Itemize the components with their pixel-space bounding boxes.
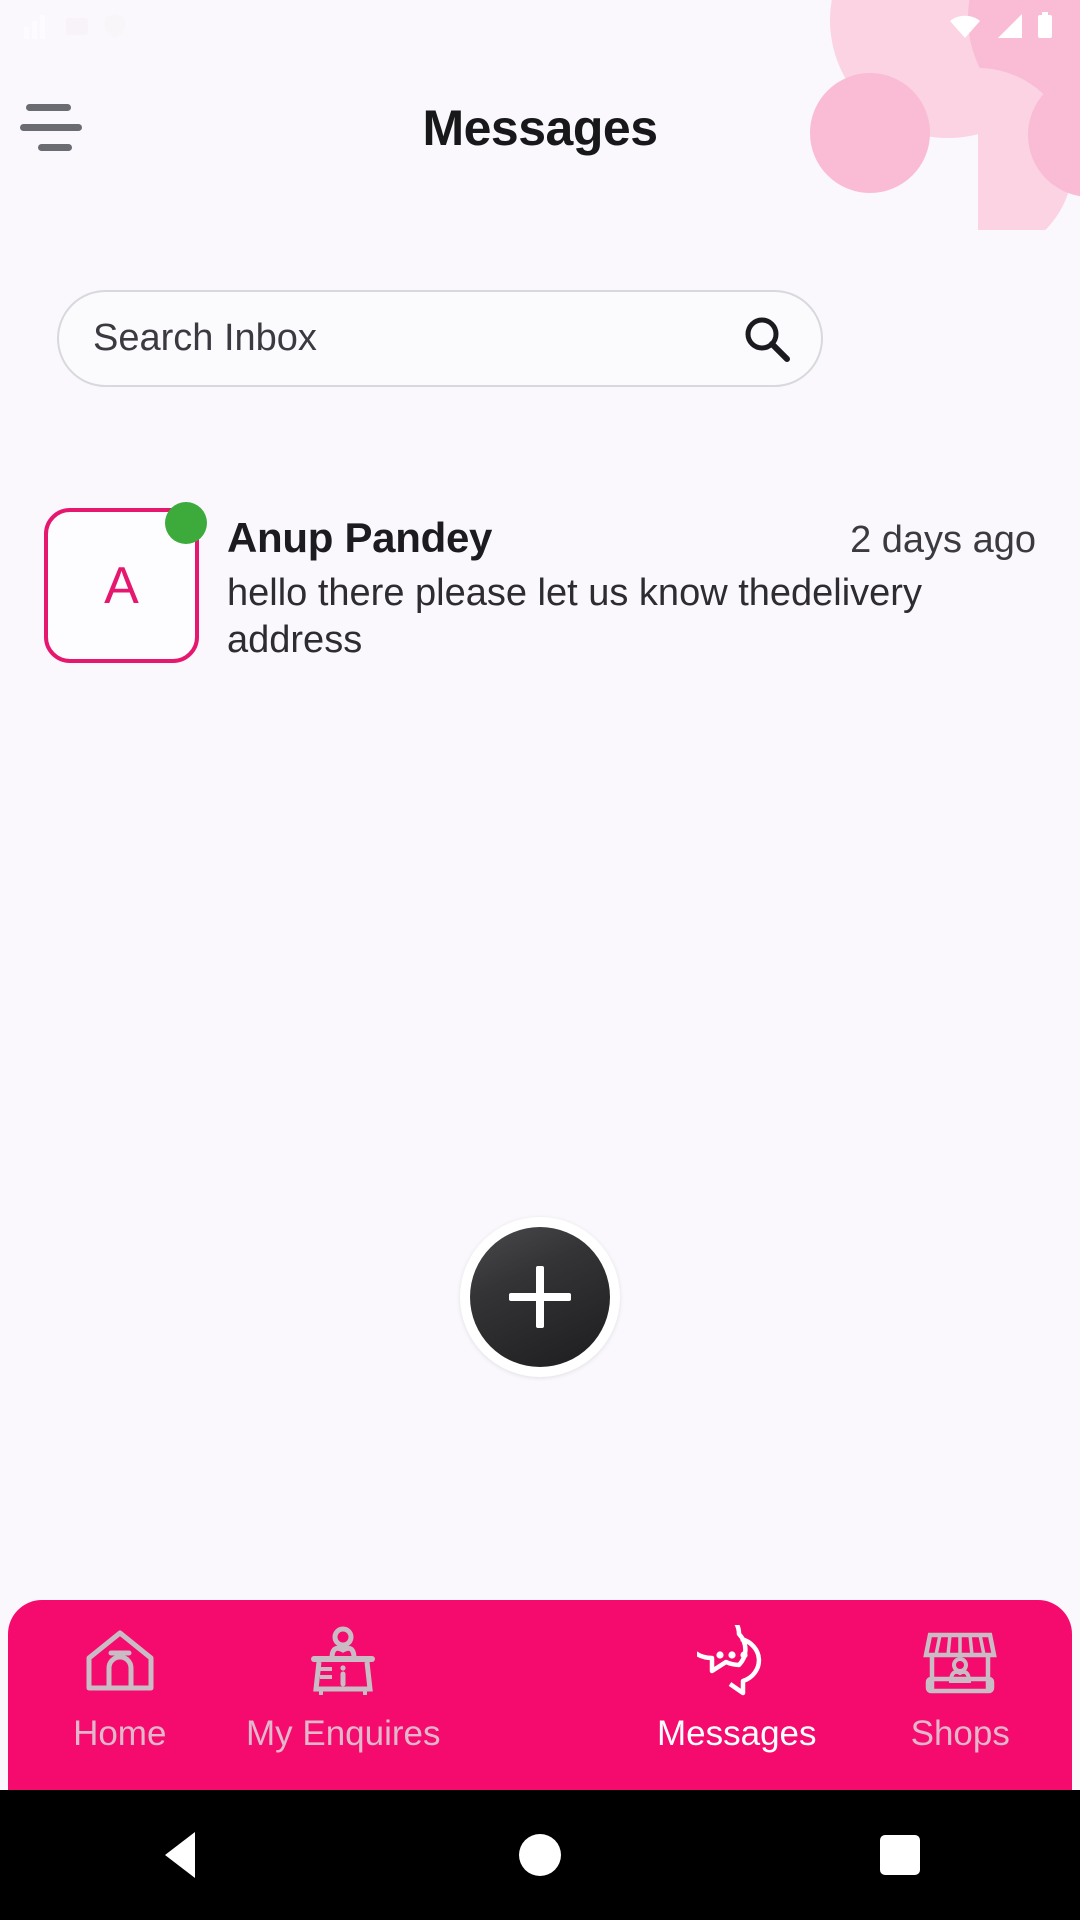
wifi-icon bbox=[948, 12, 982, 45]
avatar-initial: A bbox=[104, 556, 139, 615]
screenshot-icon bbox=[62, 11, 92, 46]
android-system-nav-bar bbox=[0, 1790, 1080, 1920]
message-timestamp: 2 days ago bbox=[850, 519, 1036, 561]
nav-item-messages[interactable]: Messages bbox=[625, 1600, 849, 1790]
status-bar-right bbox=[948, 11, 1080, 46]
nav-label-shops: Shops bbox=[910, 1714, 1010, 1753]
home-glyph bbox=[519, 1834, 561, 1876]
home-icon bbox=[81, 1624, 159, 1702]
status-bar bbox=[0, 0, 1080, 56]
search-icon[interactable] bbox=[713, 292, 821, 385]
shield-icon bbox=[102, 11, 128, 46]
nav-item-shops[interactable]: Shops bbox=[849, 1600, 1073, 1790]
fab-nav-spacer bbox=[455, 1600, 625, 1790]
message-content: Anup Pandey 2 days ago hello there pleas… bbox=[199, 508, 1036, 663]
message-header: Anup Pandey 2 days ago bbox=[227, 514, 1036, 562]
storefront-icon bbox=[920, 1624, 1000, 1702]
list-item[interactable]: A Anup Pandey 2 days ago hello there ple… bbox=[0, 468, 1080, 693]
bottom-navigation-bar: Home My Enquires Messages Shops bbox=[8, 1600, 1072, 1790]
back-triangle-icon[interactable] bbox=[0, 1832, 360, 1878]
nav-label-my-enquires: My Enquires bbox=[245, 1714, 441, 1753]
nav-label-messages: Messages bbox=[656, 1714, 817, 1753]
online-status-dot bbox=[165, 502, 207, 544]
floating-action-button-wrapper bbox=[460, 1217, 620, 1377]
nav-item-home[interactable]: Home bbox=[8, 1600, 232, 1790]
back-glyph bbox=[165, 1832, 195, 1878]
add-new-button[interactable] bbox=[470, 1227, 610, 1367]
home-circle-icon[interactable] bbox=[360, 1834, 720, 1876]
app-header: Messages bbox=[0, 80, 1080, 175]
plus-icon-bar bbox=[509, 1293, 571, 1301]
search-bar[interactable] bbox=[57, 290, 823, 387]
search-input[interactable] bbox=[59, 292, 713, 385]
sender-name: Anup Pandey bbox=[227, 514, 493, 561]
chat-bubbles-icon bbox=[696, 1624, 777, 1702]
avatar: A bbox=[44, 502, 207, 663]
recents-glyph bbox=[880, 1835, 920, 1875]
recents-square-icon[interactable] bbox=[720, 1835, 1080, 1875]
mobile-signal-icon bbox=[994, 12, 1024, 45]
nav-label-home: Home bbox=[73, 1714, 167, 1753]
battery-icon bbox=[1036, 11, 1054, 46]
nav-item-my-enquires[interactable]: My Enquires bbox=[232, 1600, 456, 1790]
message-preview: hello there please let us know thedelive… bbox=[227, 572, 922, 661]
info-desk-icon bbox=[302, 1624, 384, 1702]
message-list: A Anup Pandey 2 days ago hello there ple… bbox=[0, 468, 1080, 693]
page-title: Messages bbox=[422, 99, 658, 156]
signal-bars-icon bbox=[22, 11, 52, 46]
status-bar-left bbox=[0, 11, 128, 46]
